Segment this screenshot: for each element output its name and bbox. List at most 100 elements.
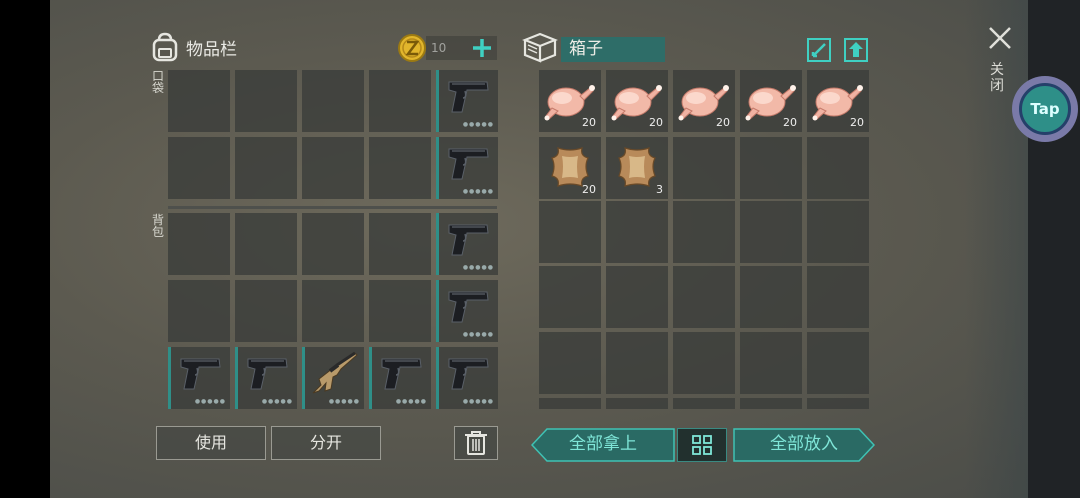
container-slot[interactable] [606, 266, 668, 328]
backpack-slot[interactable] [302, 213, 364, 275]
container-slot[interactable]: 20 [539, 137, 601, 199]
tap-button-inner: Tap [1019, 83, 1071, 135]
container-slot[interactable] [539, 266, 601, 328]
grid-icon [692, 435, 712, 455]
backpack-slot[interactable]: ●●●●● [302, 347, 364, 409]
container-slot[interactable] [740, 266, 802, 328]
container-title: 箱子 [569, 39, 603, 59]
container-slot[interactable] [740, 201, 802, 263]
close-button[interactable] [984, 22, 1016, 54]
backpack-slot[interactable]: ●●●●● [436, 280, 498, 342]
container-slot[interactable] [807, 332, 869, 394]
durability-dots: ●●●●● [328, 398, 360, 405]
container-slot[interactable] [740, 398, 802, 409]
container-slot[interactable]: 20 [740, 70, 802, 132]
pistol-icon [443, 141, 493, 185]
trash-icon [465, 431, 487, 455]
animal-hide-icon [613, 144, 661, 190]
backpack-slot[interactable] [369, 213, 431, 275]
add-coins-button[interactable] [470, 36, 494, 60]
container-slot[interactable]: 20 [539, 70, 601, 132]
container-slot[interactable] [673, 398, 735, 409]
backpack-slot[interactable] [235, 213, 297, 275]
close-icon [989, 27, 1011, 49]
rename-button[interactable] [806, 37, 832, 63]
backpack-slot[interactable]: ●●●●● [436, 347, 498, 409]
container-slot[interactable] [807, 398, 869, 409]
pocket-slot[interactable] [168, 137, 230, 199]
durability-dots: ●●●●● [462, 264, 494, 271]
pocket-slot[interactable] [369, 137, 431, 199]
pocket-slot[interactable] [168, 70, 230, 132]
box-icon [522, 31, 558, 67]
container-slot[interactable] [606, 332, 668, 394]
pocket-slot[interactable]: ●●●●● [436, 137, 498, 199]
trash-button[interactable] [454, 426, 498, 460]
split-button[interactable]: 分开 [271, 426, 381, 460]
container-slot[interactable] [673, 201, 735, 263]
container-slot[interactable] [539, 398, 601, 409]
container-slot[interactable] [606, 398, 668, 409]
container-slot[interactable] [740, 332, 802, 394]
pocket-slot[interactable] [302, 70, 364, 132]
item-quantity: 20 [582, 183, 596, 196]
inventory-title: 物品栏 [186, 40, 237, 60]
item-quantity: 3 [656, 183, 663, 196]
container-slot[interactable] [807, 266, 869, 328]
pocket-slot[interactable]: ●●●●● [436, 70, 498, 132]
backpack-slot[interactable] [235, 280, 297, 342]
container-slot[interactable] [539, 201, 601, 263]
item-quantity: 20 [716, 116, 730, 129]
container-slot[interactable] [606, 201, 668, 263]
backpack-icon [151, 32, 179, 66]
right-screen-edge [1028, 0, 1080, 498]
container-slot[interactable] [673, 137, 735, 199]
upgrade-button[interactable] [843, 37, 869, 63]
container-slot[interactable]: 3 [606, 137, 668, 199]
container-slot[interactable]: 20 [606, 70, 668, 132]
durability-dots: ●●●●● [462, 331, 494, 338]
container-slot[interactable] [539, 332, 601, 394]
container-slot[interactable] [673, 332, 735, 394]
pistol-icon [443, 217, 493, 261]
container-slot[interactable] [807, 137, 869, 199]
upload-icon [844, 38, 868, 62]
pocket-label: 口袋 [152, 69, 165, 95]
backpack-slot[interactable] [369, 280, 431, 342]
pocket-slot[interactable] [235, 70, 297, 132]
backpack-slot[interactable]: ●●●●● [168, 347, 230, 409]
backpack-slot[interactable]: ●●●●● [436, 213, 498, 275]
container-slot[interactable]: 20 [673, 70, 735, 132]
durability-dots: ●●●●● [462, 121, 494, 128]
backpack-slot[interactable]: ●●●●● [369, 347, 431, 409]
durability-dots: ●●●●● [462, 188, 494, 195]
container-slot[interactable] [740, 137, 802, 199]
pocket-slot[interactable] [302, 137, 364, 199]
close-label: 关闭 [990, 62, 1004, 94]
plus-icon [473, 39, 491, 57]
pocket-slot[interactable] [235, 137, 297, 199]
put-all-button[interactable]: 全部放入 [733, 428, 875, 462]
tap-label: Tap [1030, 100, 1060, 118]
backpack-slot[interactable] [168, 213, 230, 275]
container-slot[interactable]: 20 [807, 70, 869, 132]
pocket-slot[interactable] [369, 70, 431, 132]
backpack-label: 背包 [152, 213, 165, 239]
backpack-slot[interactable] [302, 280, 364, 342]
use-button[interactable]: 使用 [156, 426, 266, 460]
backpack-slot[interactable] [168, 280, 230, 342]
container-slot[interactable] [807, 201, 869, 263]
sort-button[interactable] [677, 428, 727, 462]
durability-dots: ●●●●● [261, 398, 293, 405]
pistol-icon [376, 351, 426, 395]
container-slot[interactable] [673, 266, 735, 328]
pistol-icon [443, 284, 493, 328]
tap-button[interactable]: Tap [1012, 76, 1078, 142]
item-quantity: 20 [783, 116, 797, 129]
durability-dots: ●●●●● [395, 398, 427, 405]
backpack-slot[interactable]: ●●●●● [235, 347, 297, 409]
pistol-icon [443, 74, 493, 118]
take-all-button[interactable]: 全部拿上 [531, 428, 675, 462]
edit-icon [807, 38, 831, 62]
container-name-field[interactable]: 箱子 [561, 37, 665, 62]
